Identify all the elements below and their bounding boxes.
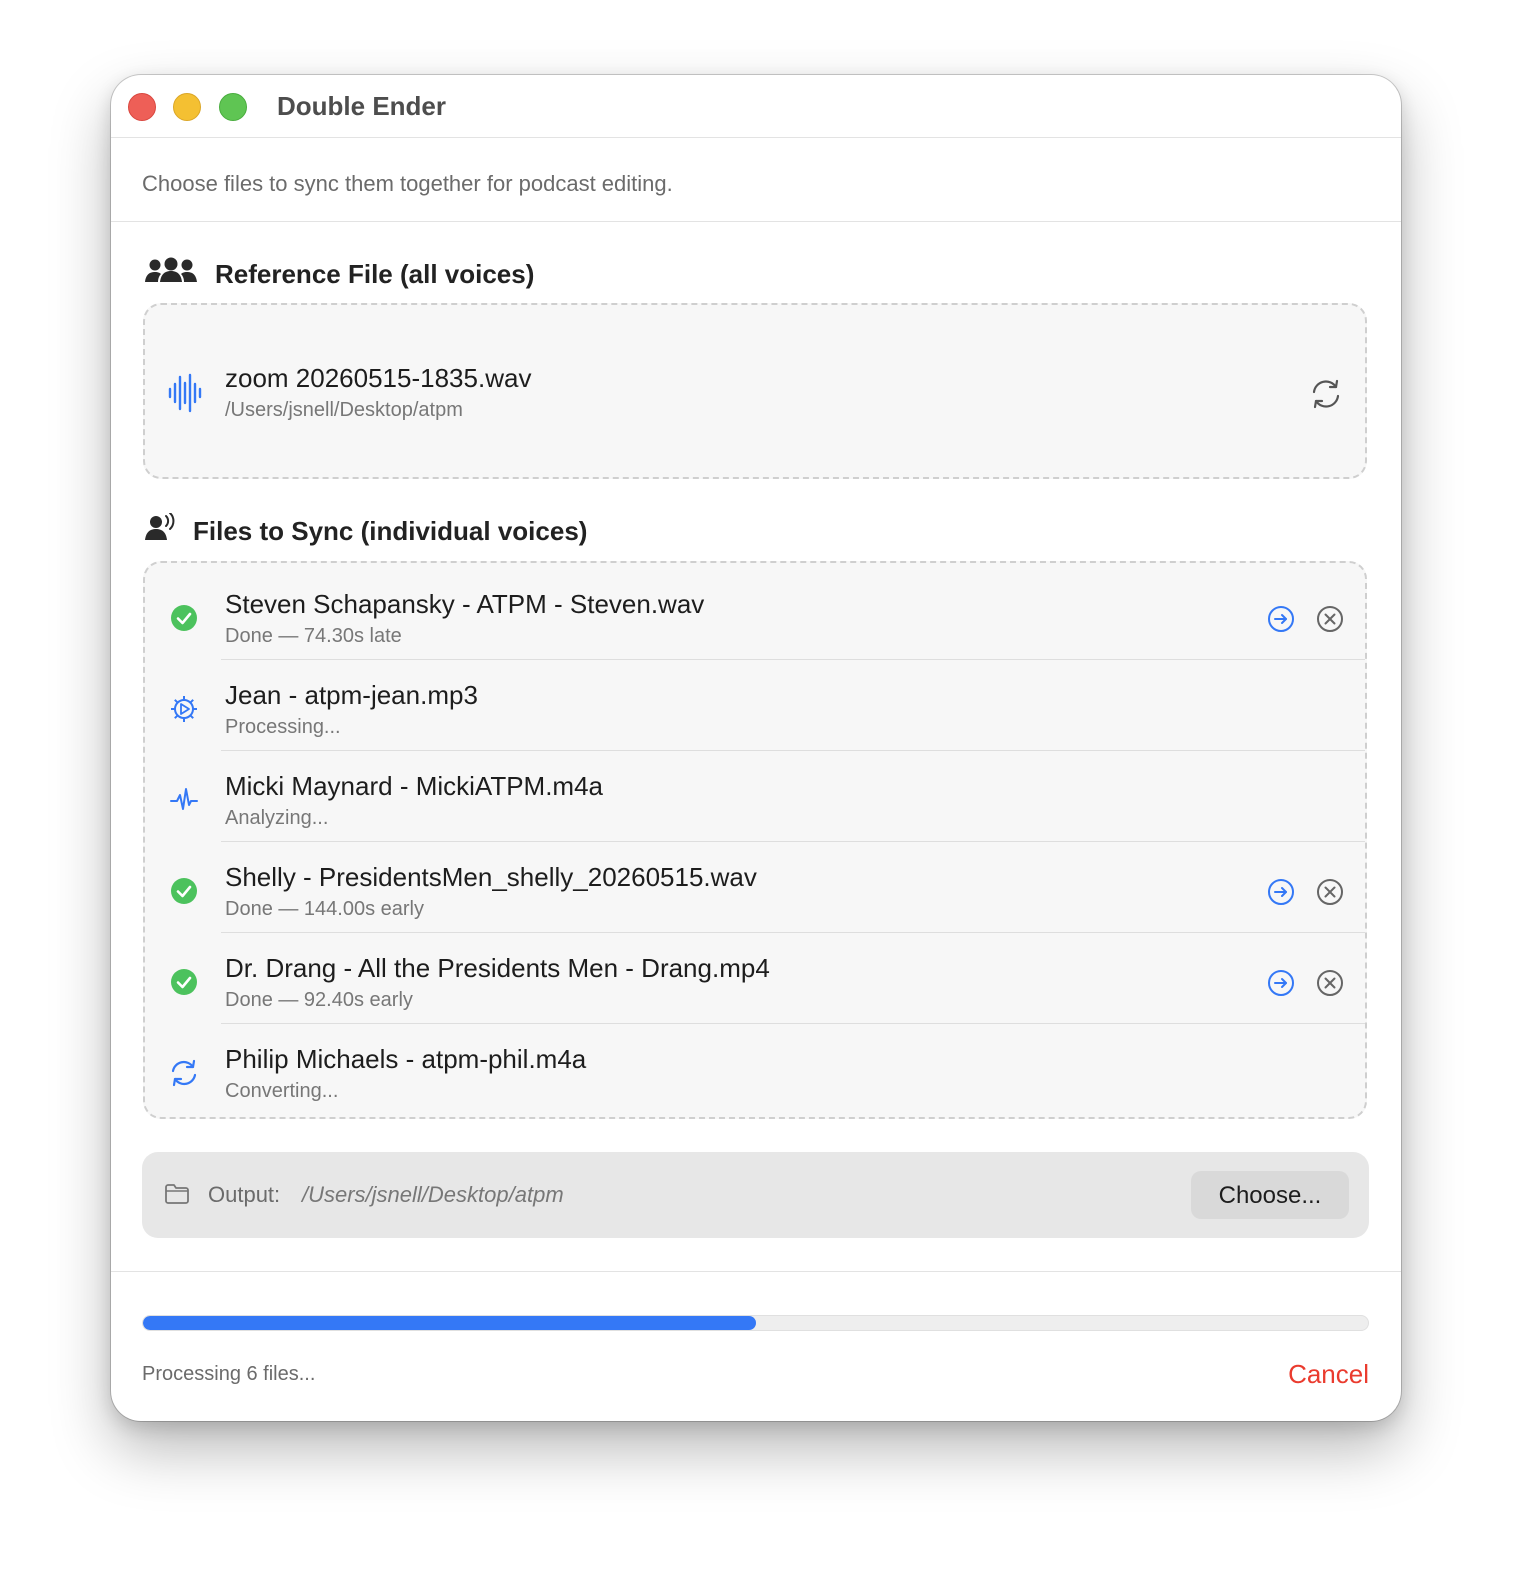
remove-x-icon[interactable] (1316, 605, 1344, 638)
file-row[interactable]: Shelly - PresidentsMen_shelly_20260515.w… (145, 842, 1365, 933)
minimize-window-button[interactable] (173, 93, 201, 121)
people-group-icon (145, 255, 197, 294)
file-row[interactable]: Dr. Drang - All the Presidents Men - Dra… (145, 933, 1365, 1024)
checkmark-circle-icon (169, 876, 199, 906)
file-name: Dr. Drang - All the Presidents Men - Dra… (225, 953, 770, 983)
file-status: Done — 92.40s early (225, 989, 413, 1011)
progress-fill (143, 1316, 756, 1330)
file-name: Jean - atpm-jean.mp3 (225, 680, 478, 710)
waveform-pulse-icon (169, 785, 199, 815)
progress-bar (142, 1315, 1369, 1331)
divider (111, 221, 1401, 222)
processing-status-text: Processing 6 files... (142, 1363, 316, 1385)
output-label: Output: (208, 1182, 281, 1207)
file-status: Converting... (225, 1080, 339, 1102)
close-window-button[interactable] (128, 93, 156, 121)
output-path: /Users/jsnell/Desktop/atpm (302, 1182, 564, 1207)
app-window: Double Ender Choose files to sync them t… (111, 75, 1401, 1421)
window-title: Double Ender (277, 91, 447, 121)
sync-section-title: Files to Sync (individual voices) (193, 516, 588, 546)
reveal-arrow-icon[interactable] (1267, 605, 1295, 638)
file-row[interactable]: Micki Maynard - MickiATPM.m4a Analyzing.… (145, 751, 1365, 842)
cancel-button[interactable]: Cancel (1288, 1359, 1369, 1390)
file-row[interactable]: Steven Schapansky - ATPM - Steven.wav Do… (145, 569, 1365, 660)
title-bar: Double Ender (111, 75, 1401, 138)
reveal-arrow-icon[interactable] (1267, 969, 1295, 1002)
instructions-text: Choose files to sync them together for p… (142, 171, 673, 196)
reveal-arrow-icon[interactable] (1267, 878, 1295, 911)
file-status: Analyzing... (225, 807, 329, 829)
file-status: Done — 144.00s early (225, 898, 425, 920)
file-row[interactable]: Philip Michaels - atpm-phil.m4a Converti… (145, 1024, 1365, 1115)
file-name: Micki Maynard - MickiATPM.m4a (225, 771, 604, 801)
file-status: Processing... (225, 716, 341, 738)
reference-section-title: Reference File (all voices) (215, 259, 535, 289)
file-name: Steven Schapansky - ATPM - Steven.wav (225, 589, 705, 619)
file-name: Shelly - PresidentsMen_shelly_20260515.w… (225, 862, 757, 892)
remove-x-icon[interactable] (1316, 878, 1344, 911)
file-row[interactable]: Jean - atpm-jean.mp3 Processing... (145, 660, 1365, 751)
gear-play-icon (169, 694, 199, 724)
checkmark-circle-icon (169, 603, 199, 633)
waveform-icon (167, 373, 203, 418)
folder-icon (164, 1183, 190, 1210)
file-name: Philip Michaels - atpm-phil.m4a (225, 1044, 587, 1074)
reference-drop-zone[interactable]: zoom 20260515-1835.wav /Users/jsnell/Des… (143, 303, 1367, 479)
reference-section-header: Reference File (all voices) (145, 255, 534, 294)
sync-files-drop-zone[interactable]: Steven Schapansky - ATPM - Steven.wav Do… (143, 561, 1367, 1119)
person-speaking-icon (145, 512, 177, 550)
file-status: Done — 74.30s late (225, 625, 402, 647)
reference-file-name: zoom 20260515-1835.wav (225, 363, 532, 393)
zoom-window-button[interactable] (219, 93, 247, 121)
checkmark-circle-icon (169, 967, 199, 997)
sync-section-header: Files to Sync (individual voices) (145, 512, 588, 550)
replace-arrows-icon[interactable] (1309, 377, 1343, 416)
output-location-bar: Output: /Users/jsnell/Desktop/atpm Choos… (142, 1152, 1369, 1238)
convert-arrows-icon (169, 1058, 199, 1088)
choose-output-button[interactable]: Choose... (1191, 1171, 1349, 1219)
divider (111, 1271, 1401, 1272)
remove-x-icon[interactable] (1316, 969, 1344, 1002)
reference-file-path: /Users/jsnell/Desktop/atpm (225, 399, 463, 421)
